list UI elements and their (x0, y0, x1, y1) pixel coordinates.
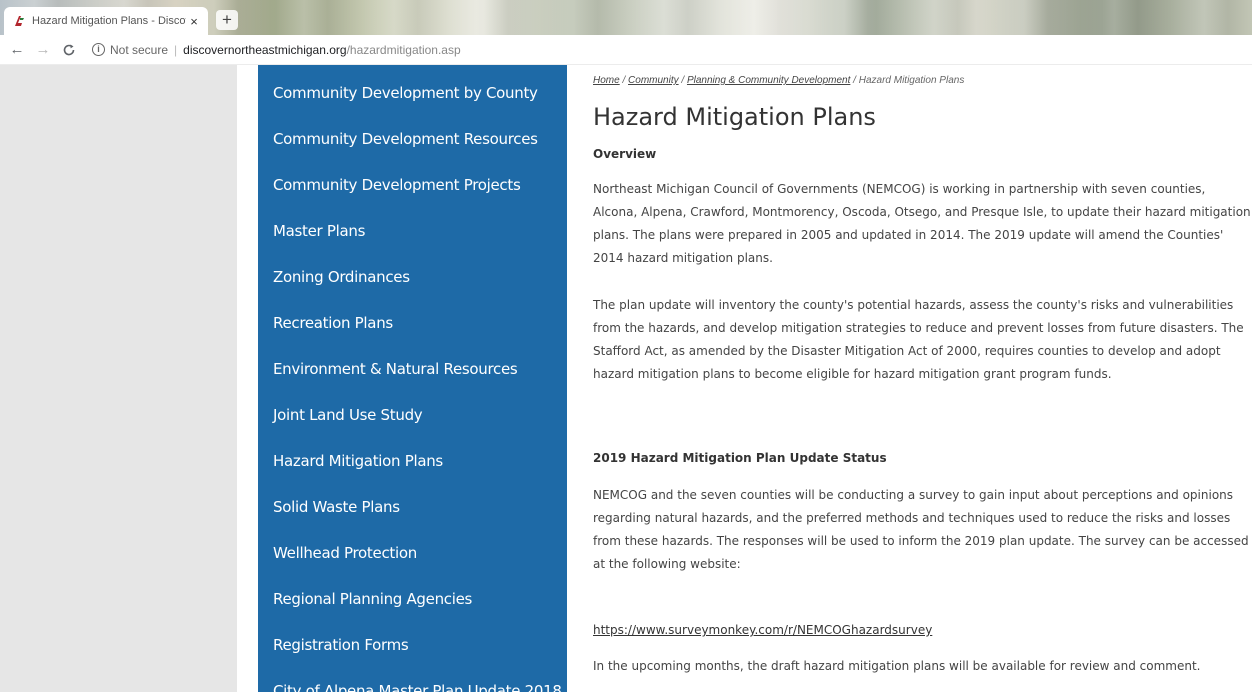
browser-tab[interactable]: Hazard Mitigation Plans - Discov × (4, 7, 208, 35)
breadcrumb-separator: / (850, 75, 859, 86)
sidebar-item-solid-waste-plans[interactable]: Solid Waste Plans (273, 498, 400, 516)
status-paragraph: NEMCOG and the seven counties will be co… (593, 488, 1249, 571)
site-favicon-icon (15, 16, 24, 26)
reload-arrow-icon (63, 44, 75, 55)
breadcrumb-current: Hazard Mitigation Plans (858, 75, 965, 86)
upcoming-paragraph: In the upcoming months, the draft hazard… (593, 659, 1201, 673)
breadcrumb-planning-link[interactable]: Planning & Community Development (687, 75, 850, 86)
survey-link[interactable]: https://www.surveymonkey.com/r/NEMCOGhaz… (593, 623, 932, 637)
security-status: Not secure (110, 42, 169, 57)
url-path: /hazardmitigation.asp (346, 42, 461, 57)
sidebar-nav: Community Development by County Communit… (258, 65, 567, 692)
left-gutter (0, 65, 237, 692)
sidebar-item-master-plans[interactable]: Master Plans (273, 222, 365, 240)
sidebar-item-community-development-by-county[interactable]: Community Development by County (273, 84, 538, 102)
sidebar-item-joint-land-use-study[interactable]: Joint Land Use Study (273, 406, 423, 424)
sidebar-item-wellhead-protection[interactable]: Wellhead Protection (273, 544, 417, 562)
sidebar-item-regional-planning-agencies[interactable]: Regional Planning Agencies (273, 590, 472, 608)
new-tab-button[interactable]: + (216, 10, 238, 30)
page-title: Hazard Mitigation Plans (593, 103, 876, 131)
browser-toolbar: ← → i Not secure | discovernortheastmich… (0, 35, 1252, 65)
sidebar-item-recreation-plans[interactable]: Recreation Plans (273, 314, 393, 332)
web-page: Community Development by County Communit… (0, 65, 1252, 692)
breadcrumb: Home / Community / Planning & Community … (593, 75, 964, 86)
sidebar-item-zoning-ordinances[interactable]: Zoning Ordinances (273, 268, 410, 286)
tab-close-icon[interactable]: × (186, 14, 202, 29)
browser-tabstrip: Hazard Mitigation Plans - Discov × + (0, 0, 1252, 35)
sidebar-item-environment-natural-resources[interactable]: Environment & Natural Resources (273, 360, 518, 378)
status-heading: 2019 Hazard Mitigation Plan Update Statu… (593, 451, 887, 465)
reload-icon[interactable] (60, 41, 78, 59)
breadcrumb-community-link[interactable]: Community (628, 75, 679, 86)
sidebar-item-registration-forms[interactable]: Registration Forms (273, 636, 409, 654)
sidebar-item-hazard-mitigation-plans[interactable]: Hazard Mitigation Plans (273, 452, 443, 470)
sidebar-item-community-development-projects[interactable]: Community Development Projects (273, 176, 521, 194)
tab-title: Hazard Mitigation Plans - Discov (32, 15, 186, 27)
back-icon[interactable]: ← (8, 41, 26, 59)
breadcrumb-separator: / (678, 75, 687, 86)
address-bar[interactable]: i Not secure | discovernortheastmichigan… (92, 43, 461, 57)
site-info-icon[interactable]: i (92, 43, 105, 56)
breadcrumb-separator: / (619, 75, 629, 86)
overview-heading: Overview (593, 147, 657, 161)
overview-paragraph-2: The plan update will inventory the count… (593, 298, 1244, 381)
url-host: discovernortheastmichigan.org (183, 42, 347, 57)
forward-icon[interactable]: → (34, 41, 52, 59)
sidebar-item-community-development-resources[interactable]: Community Development Resources (273, 130, 538, 148)
overview-paragraph-1: Northeast Michigan Council of Government… (593, 182, 1251, 265)
breadcrumb-home-link[interactable]: Home (593, 75, 620, 86)
sidebar-item-city-of-alpena-master-plan[interactable]: City of Alpena Master Plan Update 2018 (273, 682, 562, 692)
url-separator: | (174, 42, 178, 57)
